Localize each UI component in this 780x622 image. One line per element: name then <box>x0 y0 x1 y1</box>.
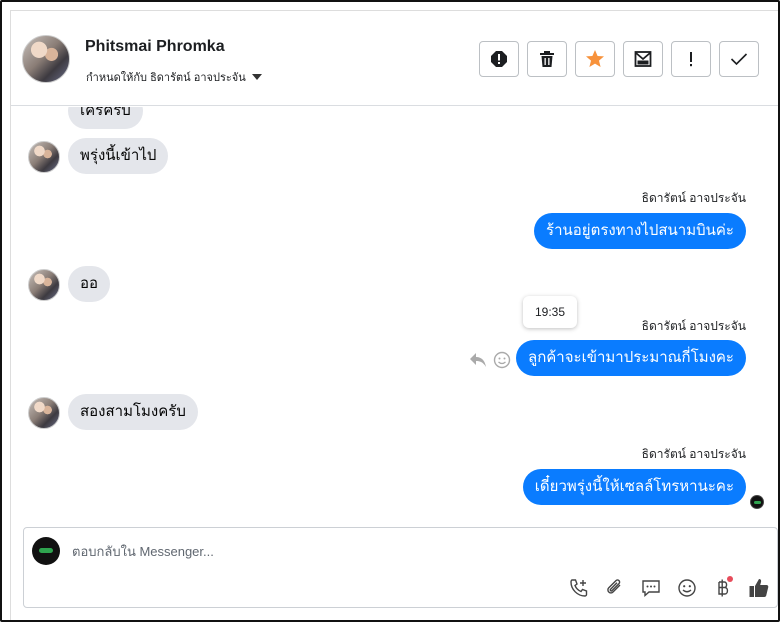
inbox-conversation-panel: Phitsmai Phromka กำหนดให้กับ ธิดารัตน์ อ… <box>10 10 778 620</box>
page-avatar <box>32 537 60 565</box>
delete-button[interactable] <box>527 41 567 77</box>
mark-unread-button[interactable] <box>623 41 663 77</box>
paperclip-icon <box>607 579 621 594</box>
app-frame: Phitsmai Phromka กำหนดให้กับ ธิดารัตน์ อ… <box>0 0 780 622</box>
emoji-button[interactable] <box>669 576 705 600</box>
sender-name: ธิดารัตน์ อาจประจัน <box>641 319 746 333</box>
check-icon <box>730 53 748 66</box>
contact-name[interactable]: Phitsmai Phromka <box>85 38 225 56</box>
contact-avatar-small <box>28 141 60 173</box>
star-button[interactable] <box>575 41 615 77</box>
done-button[interactable] <box>719 41 759 77</box>
sender-name: ธิดารัตน์ อาจประจัน <box>641 447 746 461</box>
conversation-header: Phitsmai Phromka กำหนดให้กับ ธิดารัตน์ อ… <box>11 11 778 106</box>
notification-dot <box>727 576 733 582</box>
outgoing-message[interactable]: เดี๋ยวพรุ่งนี้ให้เซลล์โทรหานะคะ <box>522 469 746 505</box>
header-toolbar <box>479 41 759 77</box>
call-button[interactable] <box>561 576 597 600</box>
seen-indicator-avatar <box>750 495 764 509</box>
assign-dropdown[interactable]: กำหนดให้กับ ธิดารัตน์ อาจประจัน <box>86 68 262 86</box>
outgoing-message[interactable]: ร้านอยู่ตรงทางไปสนามบินค่ะ <box>534 213 746 249</box>
incoming-message[interactable]: สองสามโมงครับ <box>68 394 198 430</box>
alert-octagon-icon <box>491 51 507 67</box>
incoming-message[interactable]: เครครับ <box>68 107 143 129</box>
sender-name: ธิดารัตน์ อาจประจัน <box>641 191 746 205</box>
saved-replies-button[interactable] <box>633 576 669 600</box>
incoming-message[interactable]: ออ <box>68 266 111 302</box>
star-icon <box>586 50 604 67</box>
reply-input[interactable] <box>72 540 752 562</box>
chat-bubble-icon <box>642 580 660 598</box>
attach-button[interactable] <box>597 576 633 600</box>
envelope-icon <box>634 51 652 67</box>
outgoing-message[interactable]: ลูกค้าจะเข้ามาประมาณกี่โมงคะ <box>516 340 746 376</box>
message-thread[interactable]: เครครับ พรุ่งนี้เข้าไป ธิดารัตน์ อาจประจ… <box>11 107 778 521</box>
thumbs-up-icon <box>749 579 769 597</box>
incoming-message[interactable]: พรุ่งนี้เข้าไป <box>68 138 169 174</box>
follow-up-button[interactable] <box>671 41 711 77</box>
smiley-icon <box>678 579 696 597</box>
spam-button[interactable] <box>479 41 519 77</box>
timestamp-tooltip: 19:35 <box>523 296 578 328</box>
like-button[interactable] <box>741 576 777 600</box>
exclamation-icon <box>690 52 692 67</box>
composer-toolbar <box>561 576 777 600</box>
message-actions <box>469 351 511 369</box>
caret-down-icon <box>251 74 262 80</box>
reply-composer <box>23 527 778 608</box>
contact-avatar[interactable] <box>22 35 70 83</box>
contact-avatar-small <box>28 269 60 301</box>
reply-icon[interactable] <box>469 352 487 368</box>
trash-icon <box>540 51 554 67</box>
phone-add-icon <box>570 579 588 597</box>
payment-button[interactable] <box>705 576 741 600</box>
react-emoji-icon[interactable] <box>493 351 511 369</box>
assigned-to-label: กำหนดให้กับ ธิดารัตน์ อาจประจัน <box>86 72 246 84</box>
contact-avatar-small <box>28 397 60 429</box>
